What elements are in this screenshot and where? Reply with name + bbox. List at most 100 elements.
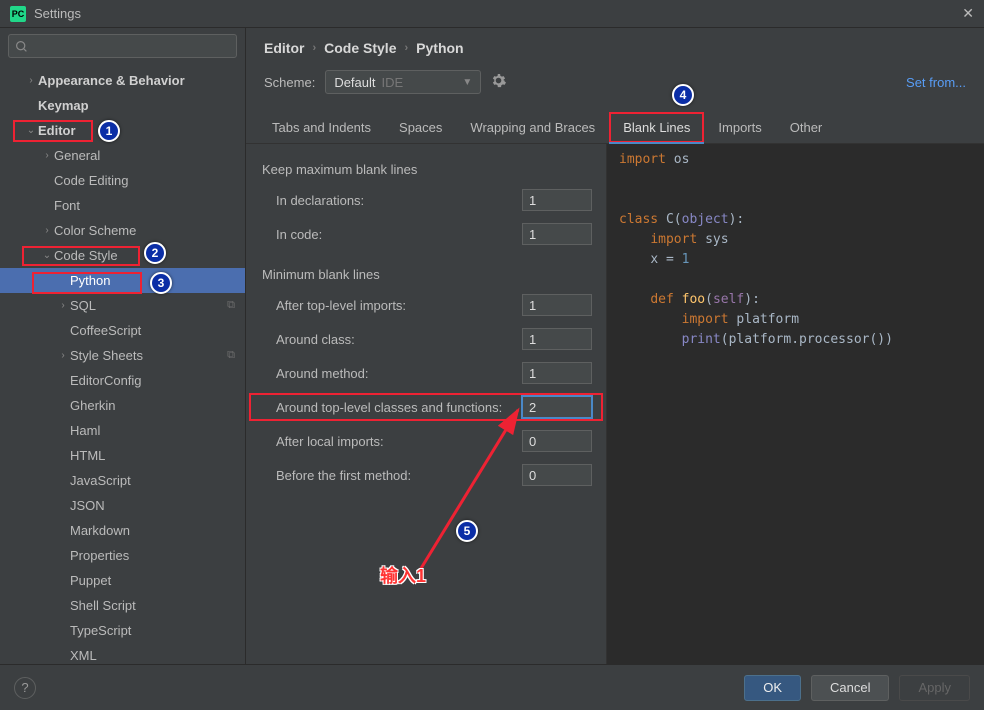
chevron-down-icon: ▼ <box>462 77 472 88</box>
input-around-class[interactable]: 1 <box>522 328 592 350</box>
tree-item-style-sheets[interactable]: ›Style Sheets⧉ <box>0 343 245 368</box>
input-in-code[interactable]: 1 <box>522 223 592 245</box>
tree-item-puppet[interactable]: ›Puppet <box>0 568 245 593</box>
tree-label: Font <box>54 198 235 213</box>
scheme-label: Scheme: <box>264 75 315 90</box>
tree-label: Python <box>70 273 235 288</box>
breadcrumb-codestyle[interactable]: Code Style <box>324 40 396 56</box>
close-icon[interactable]: ✕ <box>962 5 974 22</box>
tree-item-code-editing[interactable]: ›Code Editing <box>0 168 245 193</box>
tree-label: Appearance & Behavior <box>38 73 235 88</box>
input-around-method[interactable]: 1 <box>522 362 592 384</box>
breadcrumb-python[interactable]: Python <box>416 40 463 56</box>
tree-label: Shell Script <box>70 598 235 613</box>
tab-imports[interactable]: Imports <box>704 112 775 143</box>
search-icon <box>15 40 28 53</box>
tree-item-gherkin[interactable]: ›Gherkin <box>0 393 245 418</box>
chevron-down-icon: ⌄ <box>24 125 38 136</box>
copy-icon: ⧉ <box>227 349 235 362</box>
tree-item-sql[interactable]: ›SQL⧉ <box>0 293 245 318</box>
chevron-down-icon: ⌄ <box>40 250 54 261</box>
tree-item-general[interactable]: ›General <box>0 143 245 168</box>
apply-button[interactable]: Apply <box>899 675 970 701</box>
window-title: Settings <box>34 6 81 21</box>
section-min-blank: Minimum blank lines <box>246 261 606 288</box>
tree-label: JavaScript <box>70 473 235 488</box>
input-after-top-imports[interactable]: 1 <box>522 294 592 316</box>
tree-label: TypeScript <box>70 623 235 638</box>
gear-icon[interactable] <box>491 73 506 91</box>
tree-item-code-style[interactable]: ⌄Code Style <box>0 243 245 268</box>
section-keep-max: Keep maximum blank lines <box>246 156 606 183</box>
tree-label: Editor <box>38 123 235 138</box>
tab-spaces[interactable]: Spaces <box>385 112 456 143</box>
form-column: Keep maximum blank lines In declarations… <box>246 144 606 664</box>
tree-item-shell-script[interactable]: ›Shell Script <box>0 593 245 618</box>
chevron-right-icon: › <box>56 350 70 361</box>
label-in-declarations: In declarations: <box>262 193 522 208</box>
tab-wrapping[interactable]: Wrapping and Braces <box>456 112 609 143</box>
set-from-link[interactable]: Set from... <box>906 75 966 90</box>
scheme-select[interactable]: Default IDE ▼ <box>325 70 481 94</box>
tree-item-javascript[interactable]: ›JavaScript <box>0 468 245 493</box>
tree-item-coffeescript[interactable]: ›CoffeeScript <box>0 318 245 343</box>
tree-item-markdown[interactable]: ›Markdown <box>0 518 245 543</box>
tree-item-properties[interactable]: ›Properties <box>0 543 245 568</box>
tree-item-keymap[interactable]: ›Keymap <box>0 93 245 118</box>
tree-item-color-scheme[interactable]: ›Color Scheme <box>0 218 245 243</box>
tree-item-font[interactable]: ›Font <box>0 193 245 218</box>
tab-tabs-indents[interactable]: Tabs and Indents <box>258 112 385 143</box>
label-after-local-imports: After local imports: <box>262 434 522 449</box>
tree-label: Style Sheets <box>70 348 227 363</box>
tree-label: Gherkin <box>70 398 235 413</box>
sidebar: ›Appearance & Behavior›Keymap⌄Editor›Gen… <box>0 28 246 664</box>
tree-item-json[interactable]: ›JSON <box>0 493 245 518</box>
tree-item-appearance-behavior[interactable]: ›Appearance & Behavior <box>0 68 245 93</box>
tree-label: Puppet <box>70 573 235 588</box>
scheme-value: Default <box>334 75 375 90</box>
tree-label: Code Style <box>54 248 235 263</box>
breadcrumb: Editor › Code Style › Python <box>246 28 984 64</box>
input-in-declarations[interactable]: 1 <box>522 189 592 211</box>
tree-item-xml[interactable]: ›XML <box>0 643 245 664</box>
input-around-top-classes[interactable]: 2 <box>522 396 592 418</box>
tab-other[interactable]: Other <box>776 112 837 143</box>
ok-button[interactable]: OK <box>744 675 801 701</box>
tree-label: SQL <box>70 298 227 313</box>
cancel-button[interactable]: Cancel <box>811 675 889 701</box>
tree-item-haml[interactable]: ›Haml <box>0 418 245 443</box>
tree-label: XML <box>70 648 235 663</box>
chevron-right-icon: › <box>404 42 408 54</box>
footer: ? OK Cancel Apply <box>0 664 984 710</box>
tree-item-editorconfig[interactable]: ›EditorConfig <box>0 368 245 393</box>
main-panel: Editor › Code Style › Python Scheme: Def… <box>246 28 984 664</box>
label-around-class: Around class: <box>262 332 522 347</box>
tree-label: HTML <box>70 448 235 463</box>
label-after-top-imports: After top-level imports: <box>262 298 522 313</box>
tree-label: EditorConfig <box>70 373 235 388</box>
chevron-right-icon: › <box>56 300 70 311</box>
app-logo: PC <box>10 6 26 22</box>
chevron-right-icon: › <box>40 225 54 236</box>
breadcrumb-editor[interactable]: Editor <box>264 40 304 56</box>
tree-item-html[interactable]: ›HTML <box>0 443 245 468</box>
label-in-code: In code: <box>262 227 522 242</box>
tree-label: CoffeeScript <box>70 323 235 338</box>
help-button[interactable]: ? <box>14 677 36 699</box>
scheme-ide-badge: IDE <box>382 75 404 90</box>
settings-tree: ›Appearance & Behavior›Keymap⌄Editor›Gen… <box>0 64 245 664</box>
search-input[interactable] <box>8 34 237 58</box>
tab-blank-lines[interactable]: Blank Lines <box>609 112 704 143</box>
tree-item-python[interactable]: ›Python <box>0 268 245 293</box>
chevron-right-icon: › <box>24 75 38 86</box>
chevron-right-icon: › <box>312 42 316 54</box>
tree-item-typescript[interactable]: ›TypeScript <box>0 618 245 643</box>
tree-item-editor[interactable]: ⌄Editor <box>0 118 245 143</box>
titlebar: PC Settings ✕ <box>0 0 984 28</box>
tree-label: Haml <box>70 423 235 438</box>
tree-label: Properties <box>70 548 235 563</box>
label-around-method: Around method: <box>262 366 522 381</box>
tabs: Tabs and Indents Spaces Wrapping and Bra… <box>246 112 984 144</box>
input-before-first-method[interactable]: 0 <box>522 464 592 486</box>
input-after-local-imports[interactable]: 0 <box>522 430 592 452</box>
